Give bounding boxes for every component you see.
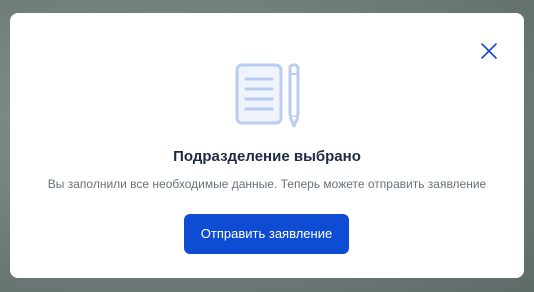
submit-application-button[interactable]: Отправить заявление <box>184 214 349 254</box>
close-icon <box>481 43 497 59</box>
success-dialog: Подразделение выбрано Вы заполнили все н… <box>10 13 524 278</box>
close-button[interactable] <box>478 40 500 62</box>
dialog-title: Подразделение выбрано <box>173 148 361 165</box>
document-with-pencil-icon <box>235 62 305 142</box>
dialog-message: Вы заполнили все необходимые данные. Теп… <box>47 177 487 191</box>
